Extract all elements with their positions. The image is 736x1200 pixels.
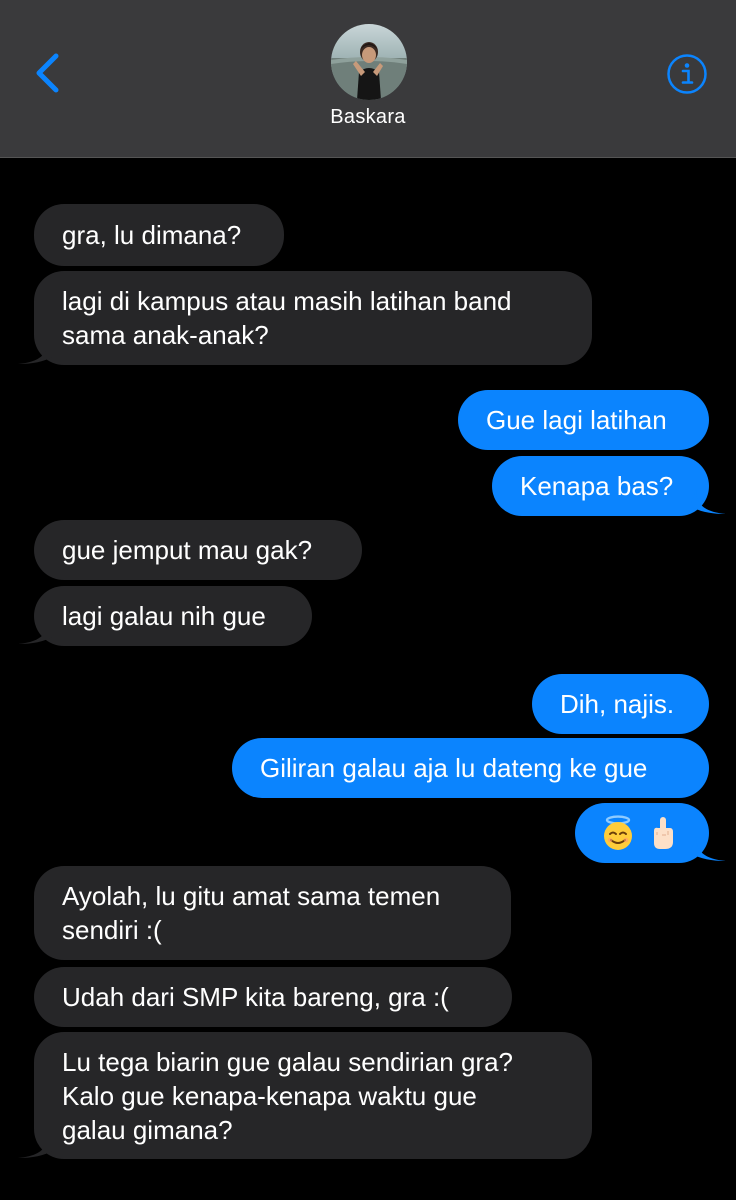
bubble-tail (690, 837, 726, 861)
smiling-face-with-halo-icon (604, 815, 632, 850)
message-bubble-sent[interactable]: Gue lagi latihan (458, 390, 709, 450)
message-bubble-received[interactable]: lagi galau nih gue (34, 586, 312, 646)
message-text-line: Lu tega biarin gue galau sendirian gra? (62, 1046, 514, 1077)
avatar-photo (331, 24, 407, 100)
message-text-line: lagi di kampus atau masih latihan band (62, 286, 512, 316)
message-text-line: galau gimana? (62, 1114, 233, 1145)
message-text: gra, lu dimana? (62, 220, 242, 250)
middle-finger-icon (654, 817, 673, 849)
message-text: lagi galau nih gue (62, 601, 266, 631)
message-bubble-sent[interactable] (575, 803, 709, 863)
message-text: Udah dari SMP kita bareng, gra :( (62, 982, 449, 1012)
bubble-tail (690, 490, 726, 514)
message-bubble-received[interactable]: Lu tega biarin gue galau sendirian gra? … (34, 1032, 592, 1159)
message-text: gue jemput mau gak? (62, 535, 313, 565)
contact-avatar[interactable] (331, 24, 407, 100)
message-text: Dih, najis. (560, 689, 675, 719)
info-icon (667, 54, 707, 94)
back-button[interactable] (30, 50, 70, 96)
bubble-tail (18, 620, 54, 644)
message-bubble-received[interactable]: Ayolah, lu gitu amat sama temen sendiri … (34, 866, 511, 960)
conversation-header: Baskara (0, 0, 736, 158)
message-bubble-received[interactable]: gue jemput mau gak? (34, 520, 362, 580)
message-text-line: Kalo gue kenapa-kenapa waktu gue (62, 1080, 477, 1111)
message-bubble-sent[interactable]: Dih, najis. (532, 674, 709, 734)
message-bubble-received[interactable]: gra, lu dimana? (34, 204, 284, 266)
message-text: Gue lagi latihan (486, 405, 667, 435)
message-text-line: sama anak-anak? (62, 320, 269, 350)
chevron-left-icon (36, 53, 59, 93)
contact-name[interactable]: Baskara (0, 106, 736, 129)
message-text: Giliran galau aja lu dateng ke gue (260, 753, 648, 783)
message-text-line: sendiri :( (62, 915, 162, 945)
message-text-line: Ayolah, lu gitu amat sama temen (62, 881, 441, 911)
info-button[interactable] (666, 53, 708, 95)
message-text: Kenapa bas? (520, 471, 674, 501)
bubble-tail (18, 340, 54, 364)
message-bubble-received[interactable]: Udah dari SMP kita bareng, gra :( (34, 967, 512, 1027)
bubble-tail (18, 1134, 54, 1158)
message-bubble-received[interactable]: lagi di kampus atau masih latihan band s… (34, 271, 592, 365)
message-bubble-sent[interactable]: Kenapa bas? (492, 456, 709, 516)
message-bubble-sent[interactable]: Giliran galau aja lu dateng ke gue (232, 738, 709, 798)
